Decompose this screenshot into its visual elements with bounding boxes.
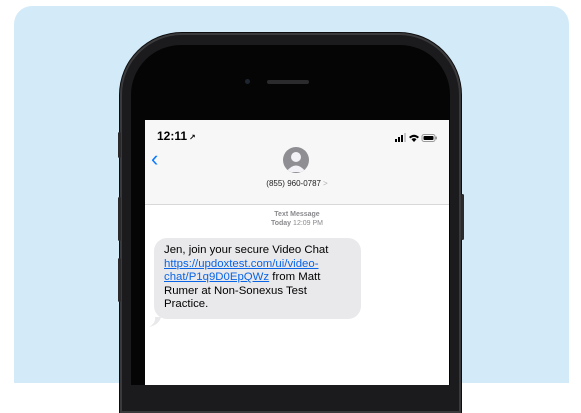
bubble-tail xyxy=(149,317,161,327)
earpiece-speaker xyxy=(267,80,309,84)
messages-app: 12:11 ↗ ‹ (855) 960-0787 > Text Message … xyxy=(145,120,449,385)
volume-down-button xyxy=(118,258,121,302)
message-time: 12:09 PM xyxy=(293,220,324,227)
chevron-right-icon: > xyxy=(323,179,328,188)
message-text-start: Jen, join your secure Video Chat xyxy=(164,244,329,256)
contact-number[interactable]: (855) 960-0787 > xyxy=(145,179,449,188)
message-timestamp: Text Message Today 12:09 PM xyxy=(145,210,449,228)
conversation-header: 12:11 ↗ ‹ (855) 960-0787 > xyxy=(145,120,449,205)
location-arrow-icon: ↗ xyxy=(189,133,196,142)
phone-screen: 12:11 ↗ ‹ (855) 960-0787 > Text Message … xyxy=(131,45,450,385)
volume-up-button xyxy=(118,197,121,241)
incoming-message-bubble: Jen, join your secure Video Chat https:/… xyxy=(154,238,361,319)
front-camera xyxy=(245,79,250,84)
message-type-label: Text Message xyxy=(274,211,320,218)
status-bar-icons xyxy=(395,130,439,142)
mute-switch xyxy=(118,132,121,158)
signal-wifi-battery-icon xyxy=(395,133,437,142)
person-icon[interactable] xyxy=(283,147,309,173)
power-button xyxy=(461,194,464,240)
chevron-left-icon[interactable]: ‹ xyxy=(151,148,158,170)
message-day: Today xyxy=(270,220,292,227)
status-bar-time: 12:11 ↗ xyxy=(157,129,196,143)
